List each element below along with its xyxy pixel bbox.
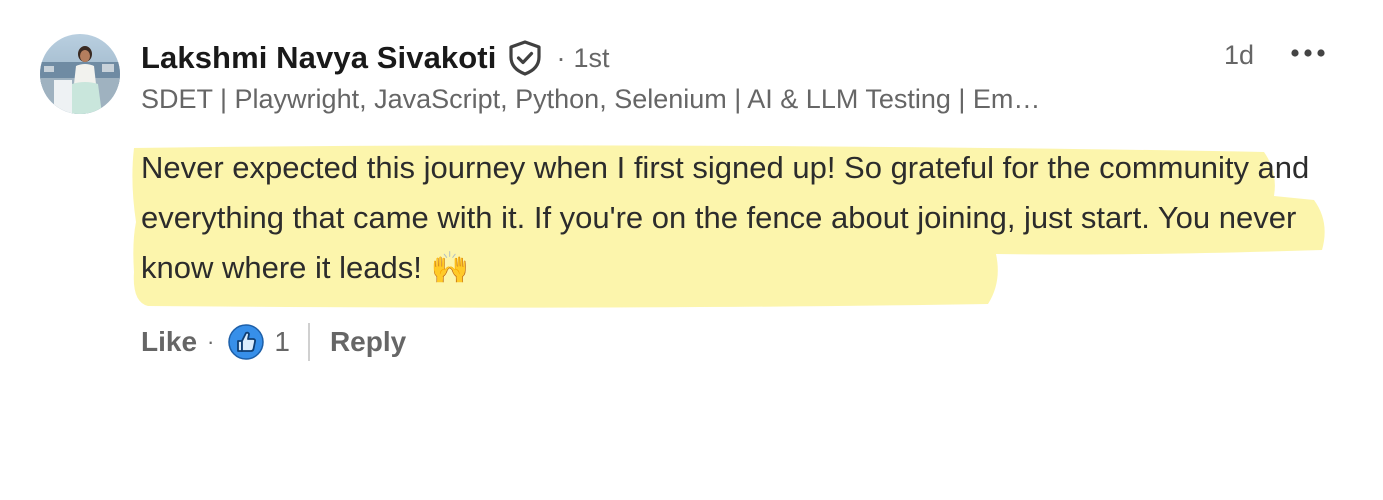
action-divider	[307, 323, 310, 361]
comment-card: Lakshmi Navya Sivakoti · 1st SDET | Playw…	[0, 0, 1383, 500]
degree-separator: ·	[556, 42, 566, 73]
more-horizontal-icon	[1291, 49, 1325, 57]
comment-actions: Like · 1 Reply	[141, 322, 406, 362]
author-header: Lakshmi Navya Sivakoti · 1st	[141, 34, 609, 82]
connection-degree: · 1st	[556, 43, 609, 74]
reaction-count[interactable]: 1	[274, 326, 290, 358]
degree-label: 1st	[573, 42, 610, 73]
comment-text: Never expected this journey when I first…	[141, 150, 1310, 285]
shield-check-icon	[508, 40, 542, 76]
more-options-button[interactable]	[1286, 34, 1330, 72]
reply-button[interactable]: Reply	[330, 326, 406, 358]
like-button[interactable]: Like	[141, 326, 197, 358]
avatar[interactable]	[40, 34, 120, 114]
like-thumb-icon[interactable]	[228, 324, 265, 360]
avatar-photo	[40, 34, 120, 114]
author-headline: SDET | Playwright, JavaScript, Python, S…	[141, 84, 1041, 114]
action-separator: ·	[207, 329, 215, 354]
author-name[interactable]: Lakshmi Navya Sivakoti	[141, 40, 496, 76]
timestamp: 1d	[1224, 40, 1255, 70]
